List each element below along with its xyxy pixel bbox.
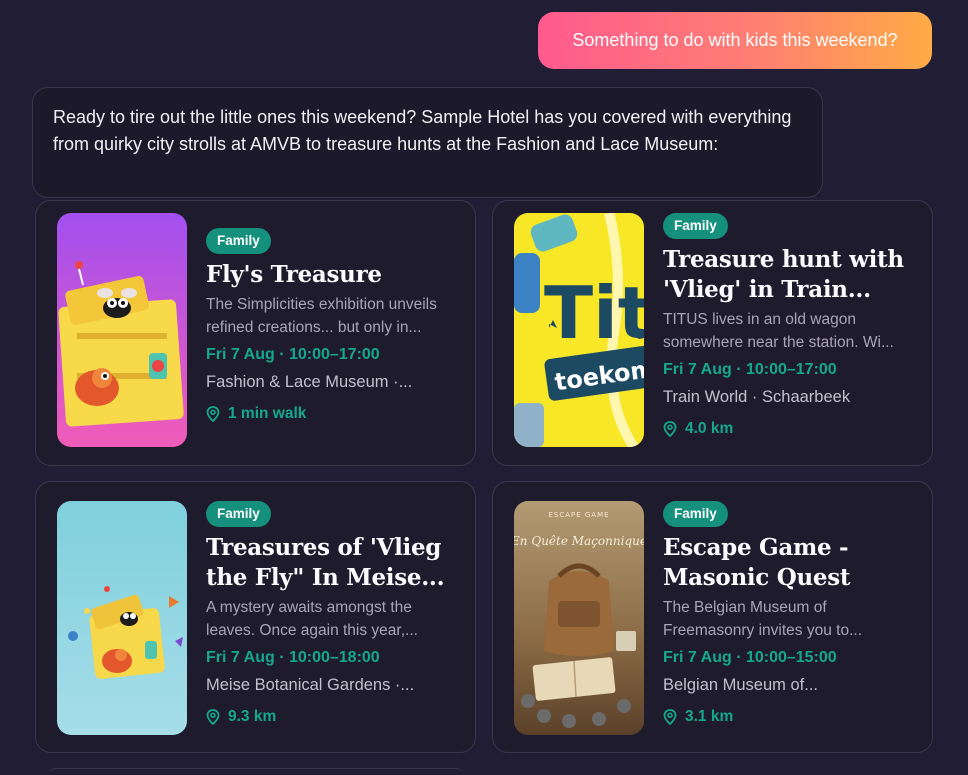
next-card-edge xyxy=(48,768,464,775)
category-badge: Family xyxy=(663,501,728,527)
event-title[interactable]: Treasure hunt with 'Vlieg' in Train... xyxy=(663,245,918,305)
event-distance: 3.1 km xyxy=(663,708,918,726)
map-pin-icon xyxy=(663,709,677,725)
event-distance: 1 min walk xyxy=(206,405,461,423)
event-venue: Belgian Museum of... xyxy=(663,676,818,694)
event-thumbnail xyxy=(57,213,187,447)
event-description: The Belgian Museum of Freemasonry invite… xyxy=(663,599,862,639)
category-badge: Family xyxy=(206,228,271,254)
event-distance: 4.0 km xyxy=(663,420,918,438)
event-card[interactable]: Family Treasures of 'Vlieg the Fly" In M… xyxy=(35,481,476,753)
svg-text:ESCAPE GAME: ESCAPE GAME xyxy=(548,511,609,519)
event-venue: Train World · Schaarbeek xyxy=(663,388,851,406)
svg-text:En Quête Maçonnique: En Quête Maçonnique xyxy=(514,534,644,548)
event-datetime: Fri 7 Aug · 10:00–17:00 xyxy=(663,361,837,378)
event-title[interactable]: Treasures of 'Vlieg the Fly" In Meise... xyxy=(206,533,461,593)
fly-treasure-illustration xyxy=(57,213,187,447)
event-datetime: Fri 7 Aug · 10:00–18:00 xyxy=(206,649,380,666)
event-venue: Meise Botanical Gardens ·... xyxy=(206,676,415,694)
event-venue: Fashion & Lace Museum ·... xyxy=(206,373,413,391)
assistant-message-bubble: Ready to tire out the little ones this w… xyxy=(32,87,823,198)
event-card[interactable]: ESCAPE GAME En Quête Maçonnique Family E… xyxy=(492,481,933,753)
event-thumbnail: ESCAPE GAME En Quête Maçonnique xyxy=(514,501,644,735)
svg-text:Tit: Tit xyxy=(544,271,644,355)
event-description: The Simplicities exhibition unveils refi… xyxy=(206,296,437,336)
event-title[interactable]: Fly's Treasure xyxy=(206,260,461,290)
event-thumbnail xyxy=(57,501,187,735)
user-message-bubble: Something to do with kids this weekend? xyxy=(538,12,932,69)
event-card[interactable]: Tit d toekom Family Treasure hunt with '… xyxy=(492,200,933,466)
vlieg-meise-illustration xyxy=(57,501,187,735)
titus-illustration: Tit d toekom xyxy=(514,213,644,447)
event-card[interactable]: Family Fly's Treasure The Simplicities e… xyxy=(35,200,476,466)
event-description: A mystery awaits amongst the leaves. Onc… xyxy=(206,599,418,639)
event-datetime: Fri 7 Aug · 10:00–15:00 xyxy=(663,649,837,666)
map-pin-icon xyxy=(206,406,220,422)
category-badge: Family xyxy=(206,501,271,527)
event-title[interactable]: Escape Game - Masonic Quest xyxy=(663,533,918,593)
event-distance: 9.3 km xyxy=(206,708,461,726)
map-pin-icon xyxy=(663,421,677,437)
map-pin-icon xyxy=(206,709,220,725)
event-thumbnail: Tit d toekom xyxy=(514,213,644,447)
event-datetime: Fri 7 Aug · 10:00–17:00 xyxy=(206,346,380,363)
category-badge: Family xyxy=(663,213,728,239)
event-description: TITUS lives in an old wagon somewhere ne… xyxy=(663,311,894,351)
svg-text:d: d xyxy=(636,328,644,342)
escape-game-illustration: ESCAPE GAME En Quête Maçonnique xyxy=(514,501,644,735)
